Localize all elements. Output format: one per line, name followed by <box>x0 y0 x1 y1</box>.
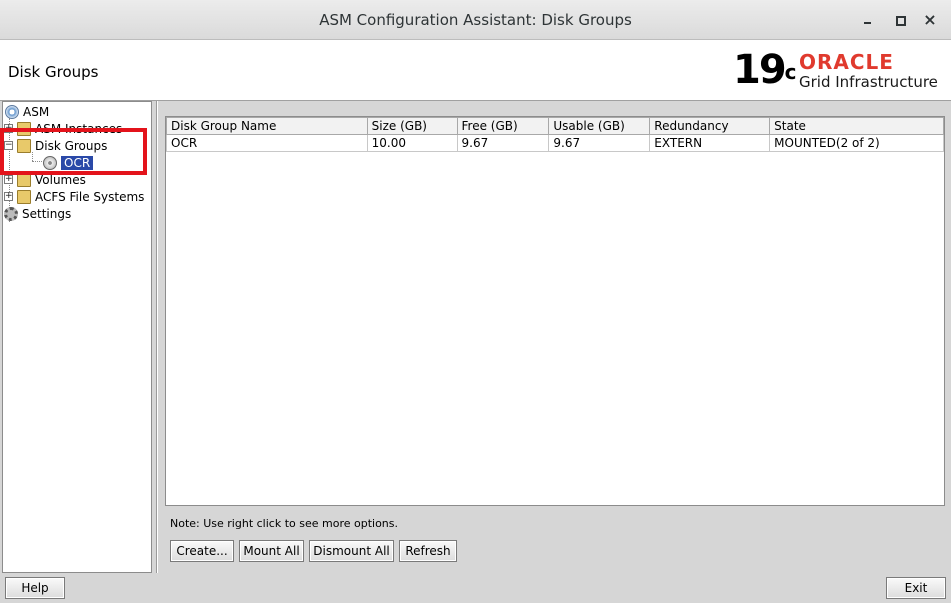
tree-root-asm[interactable]: ASM <box>5 103 49 120</box>
refresh-button[interactable]: Refresh <box>399 540 457 562</box>
exit-button[interactable]: Exit <box>886 577 946 599</box>
tree-label: Settings <box>22 206 72 221</box>
hint-note: Note: Use right click to see more option… <box>170 517 399 530</box>
disk-groups-table[interactable]: Disk Group Name Size (GB) Free (GB) Usab… <box>165 116 945 506</box>
table-header-row: Disk Group Name Size (GB) Free (GB) Usab… <box>166 117 944 135</box>
window-title: ASM Configuration Assistant: Disk Groups <box>319 11 632 29</box>
oracle-version-logo: 19c <box>733 47 797 93</box>
table-cell: EXTERN <box>649 134 771 152</box>
column-header[interactable]: Free (GB) <box>456 117 550 135</box>
column-header[interactable]: Usable (GB) <box>548 117 651 135</box>
oracle-logo: ORACLE <box>799 50 894 74</box>
expand-icon[interactable]: + <box>4 192 13 201</box>
close-icon[interactable]: × <box>922 12 938 28</box>
asm-icon <box>5 104 19 119</box>
tree-label: ACFS File Systems <box>35 189 145 204</box>
tree-item-settings[interactable]: Settings <box>4 205 71 222</box>
table-cell: 10.00 <box>366 134 458 152</box>
table-cell: 9.67 <box>456 134 550 152</box>
highlight-annotation <box>0 128 147 175</box>
window-titlebar: ASM Configuration Assistant: Disk Groups… <box>0 0 951 40</box>
column-header[interactable]: State <box>769 117 944 135</box>
folder-icon <box>17 189 31 204</box>
expand-icon[interactable]: + <box>4 175 13 184</box>
gear-icon <box>4 206 18 221</box>
minimize-icon[interactable] <box>860 12 876 28</box>
tree-item-acfs[interactable]: + ACFS File Systems <box>4 188 144 205</box>
create-button[interactable]: Create... <box>170 540 234 562</box>
mount-all-button[interactable]: Mount All <box>239 540 304 562</box>
column-header[interactable]: Redundancy <box>649 117 771 135</box>
help-button[interactable]: Help <box>5 577 65 599</box>
tree-label: ASM <box>23 104 50 119</box>
column-header[interactable]: Disk Group Name <box>166 117 368 135</box>
table-cell: 9.67 <box>548 134 651 152</box>
split-divider[interactable] <box>156 101 158 573</box>
maximize-icon[interactable] <box>892 12 908 28</box>
column-header[interactable]: Size (GB) <box>366 117 458 135</box>
page-header: Disk Groups 19c ORACLE Grid Infrastructu… <box>0 40 951 101</box>
product-name: Grid Infrastructure <box>799 73 938 91</box>
table-cell: OCR <box>166 134 368 152</box>
page-title: Disk Groups <box>8 63 99 81</box>
table-row[interactable]: OCR 10.00 9.67 9.67 EXTERN MOUNTED(2 of … <box>166 134 944 152</box>
table-cell: MOUNTED(2 of 2) <box>769 134 944 152</box>
dismount-all-button[interactable]: Dismount All <box>309 540 394 562</box>
